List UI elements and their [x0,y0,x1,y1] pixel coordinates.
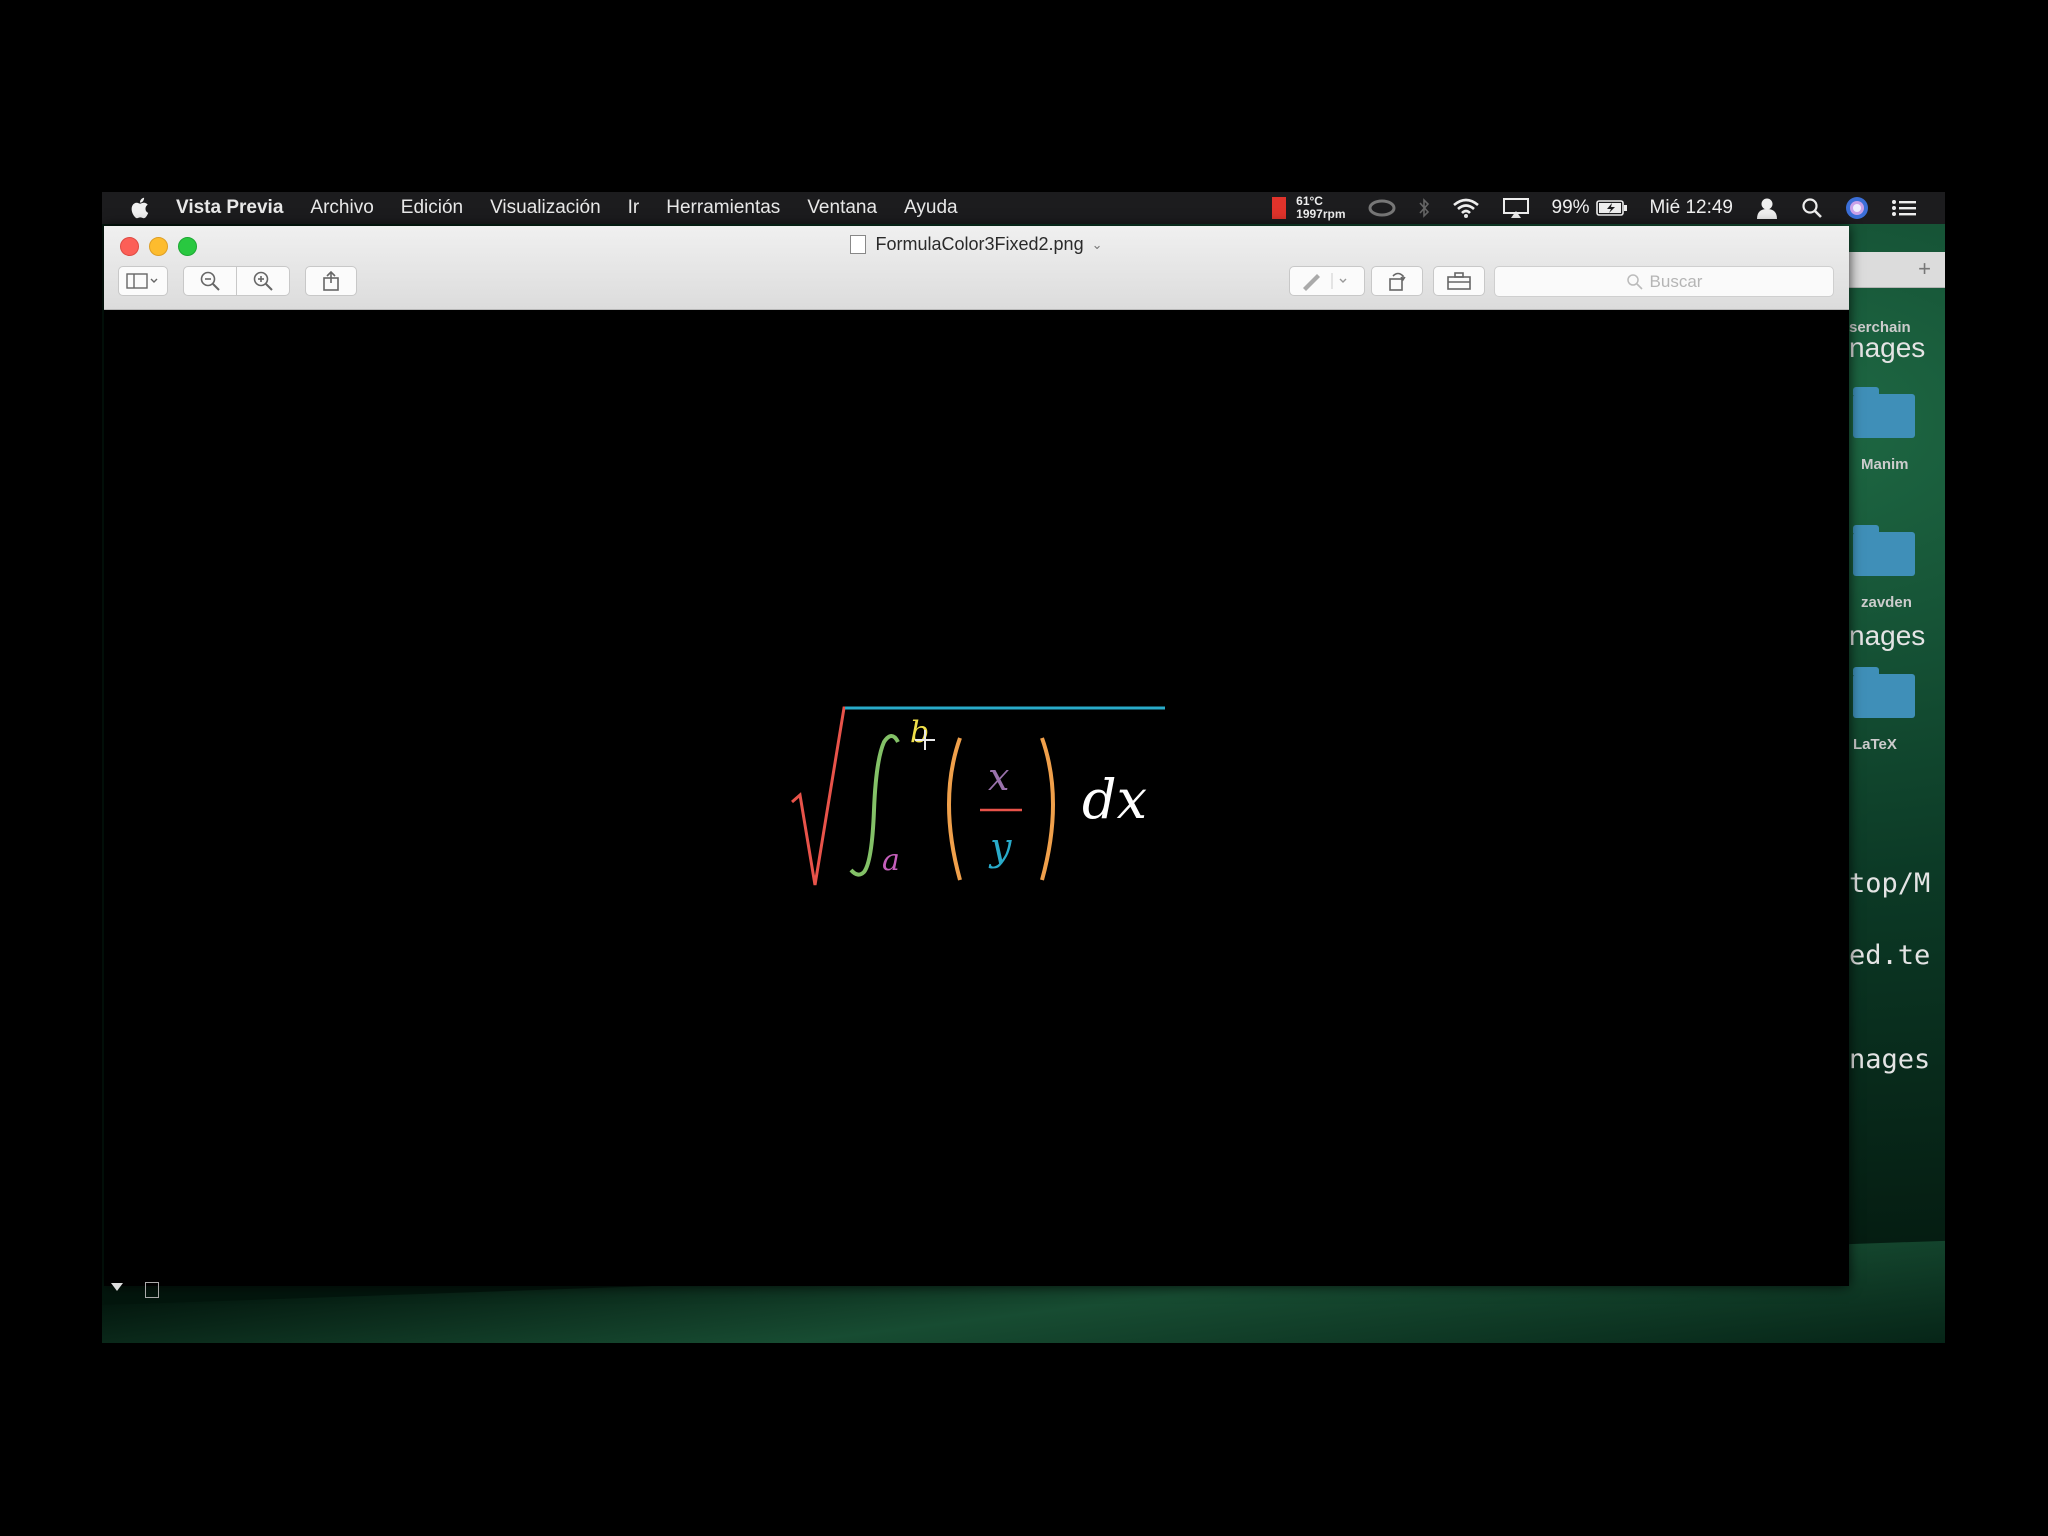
window-titlebar: FormulaColor3Fixed2.png ⌄ Buscar [104,226,1849,310]
folder-icon[interactable] [1853,667,1915,718]
share-icon [323,270,339,291]
zoom-in-button[interactable] [236,266,290,296]
window-title-text: FormulaColor3Fixed2.png [875,234,1084,254]
upper-limit: b [910,715,929,750]
background-finder-window: serchain nages Manim zavden nages LaTeX … [1849,226,1945,1286]
markup-pen-button[interactable] [1289,266,1365,296]
side-label-images-1: nages [1849,332,1926,363]
search-field[interactable]: Buscar [1494,266,1834,297]
menu-ayuda[interactable]: Ayuda [904,197,958,219]
folder-icon[interactable] [1853,387,1915,438]
rotate-button[interactable] [1371,266,1423,296]
terminal-text-path: top/M [1849,868,1931,899]
share-button[interactable] [305,266,357,296]
menu-visualizacion[interactable]: Visualización [490,197,601,219]
menu-ir[interactable]: Ir [628,197,640,219]
right-paren [1040,737,1055,881]
battery-percent[interactable]: 99% [1552,197,1590,219]
status-area: 61°C 1997rpm 99% Mié 12:49 [1250,192,1917,224]
menu-bar: Vista Previa Archivo Edición Visualizaci… [102,192,1945,224]
sidebar-icon [126,273,158,289]
menu-herramientas[interactable]: Herramientas [666,197,780,219]
left-paren [947,737,962,881]
menu-ventana[interactable]: Ventana [807,197,877,219]
chevron-down-icon: ⌄ [1091,236,1103,252]
numerator: x [988,755,1009,799]
rotate-icon [1389,272,1406,291]
search-placeholder: Buscar [1649,271,1703,291]
side-label-images-2: nages [1849,620,1926,651]
sidebar-toggle-button[interactable] [118,266,168,296]
siri-icon[interactable] [1845,196,1869,220]
denominator: y [988,825,1012,869]
zoom-in-icon [253,271,273,291]
user-icon[interactable] [1755,197,1779,219]
apple-icon[interactable] [130,196,152,220]
folder-label-manim[interactable]: Manim [1861,456,1909,473]
disclosure-triangle-icon[interactable] [110,1282,124,1292]
lower-limit: a [882,843,900,878]
fan-speed-text: 1997rpm [1296,207,1346,221]
bluetooth-icon[interactable] [1418,197,1430,219]
notification-center-icon[interactable] [1891,198,1917,218]
png-file-icon [850,235,867,254]
markup-toolbox-button[interactable] [1433,266,1485,296]
toolbox-icon [1447,272,1471,290]
clock[interactable]: Mié 12:49 [1650,197,1733,219]
window-title[interactable]: FormulaColor3Fixed2.png ⌄ [104,234,1849,255]
menu-edicion[interactable]: Edición [401,197,463,219]
folder-label-zavden[interactable]: zavden [1861,594,1912,611]
formula-image: b a x y dx [791,706,1165,886]
zoom-out-icon [200,271,220,291]
creative-cloud-icon[interactable] [1368,198,1396,218]
differential: dx [1082,768,1147,831]
terminal-text-file: ed.te [1849,940,1931,971]
spotlight-search-icon[interactable] [1801,197,1823,219]
menu-app-name[interactable]: Vista Previa [176,197,283,219]
airplay-icon[interactable] [1502,197,1530,219]
folder-icon[interactable] [1853,525,1915,576]
zoom-out-button[interactable] [183,266,237,296]
battery-icon[interactable] [1595,199,1628,217]
temperature-monitor[interactable]: 61°C 1997rpm [1272,194,1346,221]
search-icon [1626,273,1643,290]
radical-sign [791,706,846,886]
terminal-text-images: nages [1849,1044,1931,1075]
temperature-text: 61°C [1296,194,1323,208]
folder-label-latex[interactable]: LaTeX [1853,736,1897,753]
wifi-icon[interactable] [1452,197,1480,219]
thermometer-icon [1272,197,1287,219]
menu-archivo[interactable]: Archivo [310,197,373,219]
terminal-cursor [145,1282,159,1298]
pen-icon [1303,273,1347,291]
